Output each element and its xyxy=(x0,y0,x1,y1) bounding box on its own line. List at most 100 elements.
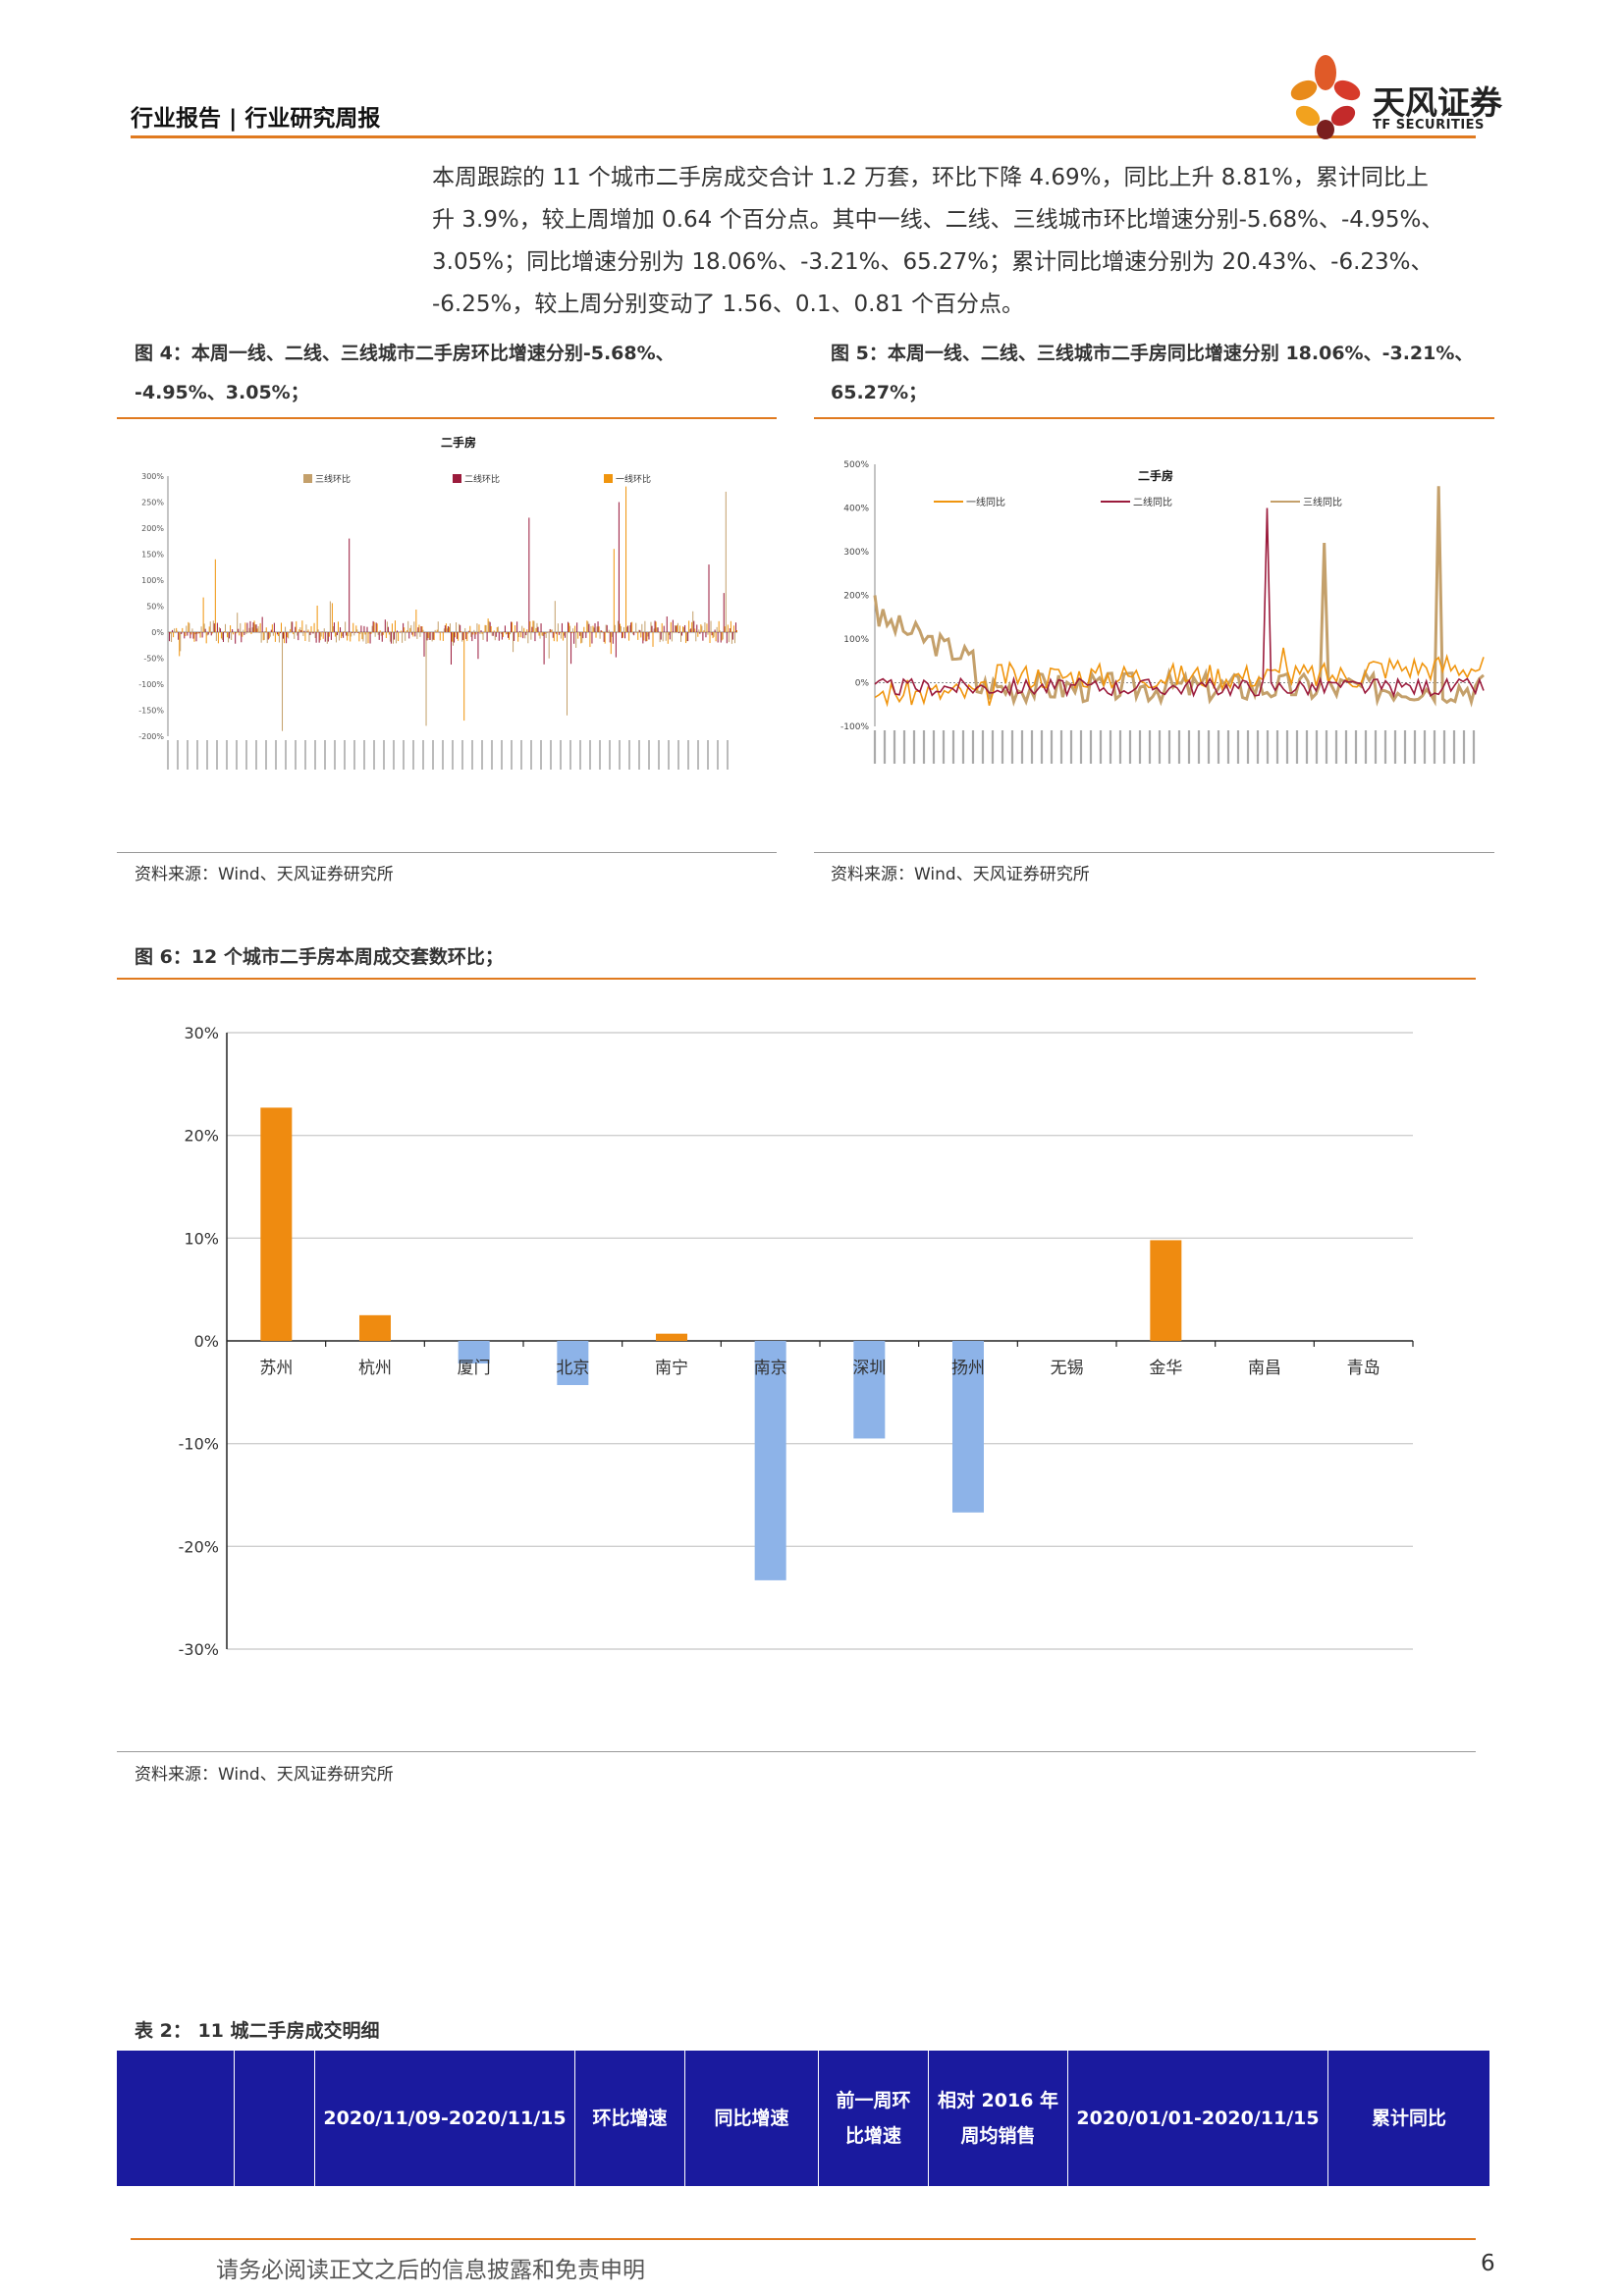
table-header-cell: 前一周环 比增速 xyxy=(819,2051,929,2186)
bar xyxy=(728,632,730,643)
fig4-title: 图 4：本周一线、二线、三线城市二手房环比增速分别-5.68%、 -4.95%、… xyxy=(135,334,675,412)
bar xyxy=(240,622,242,632)
bar xyxy=(369,632,371,644)
bar xyxy=(645,632,647,642)
bar xyxy=(608,629,610,632)
bar xyxy=(662,632,664,642)
y-tick-label: 0% xyxy=(194,1332,219,1351)
bar xyxy=(329,601,331,632)
bar xyxy=(197,632,199,634)
bar xyxy=(202,597,204,632)
bar xyxy=(259,622,261,632)
y-tick-label: 0% xyxy=(151,628,164,637)
bar xyxy=(538,632,540,636)
y-tick-label: -100% xyxy=(138,680,164,689)
bar xyxy=(626,626,628,632)
bar xyxy=(709,632,711,644)
bar xyxy=(171,632,173,643)
fig6-source: 资料来源：Wind、天风证券研究所 xyxy=(135,1765,394,1785)
bar xyxy=(710,620,712,632)
bar xyxy=(360,625,362,632)
bar xyxy=(614,624,616,632)
bar xyxy=(620,625,622,632)
bar xyxy=(627,625,629,632)
bar xyxy=(385,632,387,639)
bar xyxy=(665,632,667,641)
bar xyxy=(324,632,326,642)
bar xyxy=(434,629,436,632)
fig5-title-line: 65.27%； xyxy=(831,382,928,403)
bar xyxy=(228,632,230,643)
footer-rule xyxy=(131,2238,1476,2240)
bar xyxy=(483,631,485,633)
bar xyxy=(701,625,703,632)
bar xyxy=(657,627,659,632)
bar xyxy=(496,627,498,632)
bar xyxy=(731,632,733,640)
bar xyxy=(724,626,726,632)
bar xyxy=(577,632,579,639)
bar xyxy=(659,632,661,643)
bar xyxy=(265,627,267,632)
bar xyxy=(191,628,193,632)
fig4-title-line: -4.95%、3.05%； xyxy=(135,382,309,403)
bar xyxy=(350,632,352,642)
bar xyxy=(305,624,307,632)
bar xyxy=(387,626,389,632)
paragraph-line: 本周跟踪的 11 个城市二手房成交合计 1.2 万套，环比下降 4.69%，同比… xyxy=(432,165,1429,190)
bar xyxy=(481,632,483,634)
y-tick-label: -20% xyxy=(179,1537,219,1556)
bar xyxy=(237,613,239,632)
fig5-source: 资料来源：Wind、天风证券研究所 xyxy=(831,865,1090,884)
bar xyxy=(663,625,665,632)
bar xyxy=(473,629,475,632)
bar xyxy=(218,627,220,632)
series-line xyxy=(873,486,1485,708)
bar xyxy=(187,632,189,636)
bar xyxy=(529,621,531,632)
bar xyxy=(573,632,575,644)
bar xyxy=(349,538,351,632)
bar xyxy=(602,632,604,633)
bar xyxy=(644,620,646,632)
bar xyxy=(624,632,626,639)
bar xyxy=(432,632,434,640)
bar xyxy=(316,605,318,632)
bar xyxy=(705,632,707,638)
bar xyxy=(363,625,365,632)
table-header-cell: 同比增速 xyxy=(685,2051,819,2186)
bar xyxy=(381,632,383,642)
summary-paragraph: 本周跟踪的 11 个城市二手房成交合计 1.2 万套，环比下降 4.69%，同比… xyxy=(432,157,1512,326)
bar xyxy=(726,632,728,644)
bar xyxy=(718,620,720,632)
bar xyxy=(399,632,401,633)
bar xyxy=(500,632,502,634)
bar xyxy=(688,620,690,632)
bar xyxy=(650,621,652,632)
bar xyxy=(422,629,424,632)
bar xyxy=(713,632,715,637)
bar xyxy=(561,622,563,632)
bar xyxy=(497,626,499,632)
bar xyxy=(263,632,265,640)
bar xyxy=(283,632,285,639)
bar xyxy=(372,620,374,632)
bar xyxy=(396,632,398,644)
fig5-svg: 500% 400% 300% 200% 100% 0% -100% 一线同比 二线同比 三线同比 xyxy=(840,460,1485,764)
bar xyxy=(402,632,404,643)
bar xyxy=(567,632,568,716)
bar xyxy=(646,632,648,642)
bar xyxy=(173,632,175,638)
bar xyxy=(582,632,584,639)
bar xyxy=(563,632,565,636)
bar xyxy=(733,632,735,644)
bar xyxy=(304,632,306,641)
bar xyxy=(591,632,593,644)
bar xyxy=(547,631,549,633)
y-tick-label: 0% xyxy=(855,679,870,689)
bar xyxy=(474,632,476,639)
bar xyxy=(268,632,270,639)
bar xyxy=(270,629,272,632)
bar xyxy=(451,632,453,642)
bar xyxy=(184,632,186,639)
